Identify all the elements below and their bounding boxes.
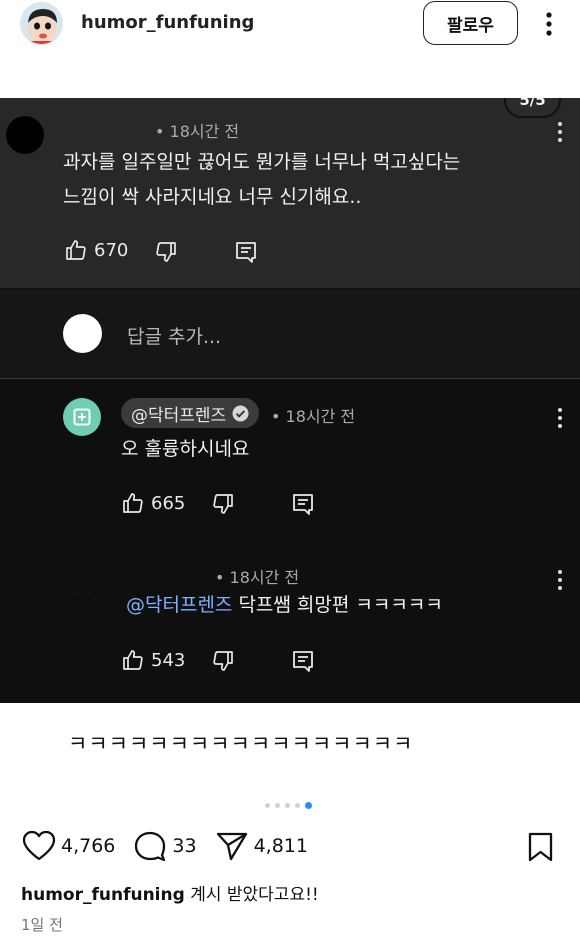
profile-avatar[interactable] [20,2,63,45]
like-count: 4,766 [61,835,116,857]
more-options-icon[interactable] [538,10,560,38]
post-caption: humor_funfuning 계시 받았다고요!! [21,880,319,905]
comment-more-icon [558,122,562,142]
engagement-bar: 4,766 33 4,811 [22,830,326,862]
reply1-more-icon [558,408,562,428]
post-image[interactable]: • 18시간 전 과자를 일주일만 끊어도 뭔가를 너무나 먹고싶다는 느낌이 … [0,98,580,703]
medical-plus-icon [73,408,91,426]
partial-avatar-icon [68,590,94,594]
thumbs-down-icon [213,494,233,514]
carousel-dot [285,803,290,808]
reply-icon [236,242,256,263]
share-action[interactable]: 4,811 [215,830,308,862]
reply2-avatar [62,568,100,598]
thumbs-up-icon [123,650,143,670]
reply2-like: 543 [121,648,185,672]
carousel-dot [265,803,270,808]
comment-action[interactable]: 33 [133,830,197,862]
add-reply-placeholder: 답글 추가... [127,326,222,348]
commenter-avatar [6,116,44,154]
reply2-time: • 18시간 전 [215,568,300,587]
thumbs-up-icon [123,493,143,513]
comment-bubble-icon[interactable] [133,830,167,862]
thumbs-down-icon [156,242,176,262]
share-count: 4,811 [253,835,308,857]
carousel-dot [295,803,300,808]
caption-text: 계시 받았다고요!! [184,885,319,905]
carousel-indicator [265,802,312,809]
author-chip: @닥터프렌즈 [121,398,260,428]
heart-icon[interactable] [22,830,56,862]
reply1-like: 665 [121,491,185,515]
follow-button[interactable]: 팔로우 [423,1,518,45]
comment-time: • 18시간 전 [155,122,240,141]
reply-icon [293,494,313,515]
post-time: 1일 전 [21,916,63,934]
slide-caption: ㅋㅋㅋㅋㅋㅋㅋㅋㅋㅋㅋㅋㅋㅋㅋㅋㅋ [68,732,414,756]
header-username[interactable]: humor_funfuning [81,12,254,33]
doctor-friends-avatar [63,398,101,436]
comment-like: 670 [64,238,128,262]
comment-card: • 18시간 전 과자를 일주일만 끊어도 뭔가를 너무나 먹고싶다는 느낌이 … [0,98,580,288]
reply2-mention: @닥터프렌즈 [126,594,233,616]
my-avatar [63,314,102,353]
add-reply-bar: 답글 추가... [0,289,580,379]
carousel-dot [275,803,280,808]
reply-icon [293,651,313,672]
bookmark-icon[interactable] [527,832,554,862]
comment-text-line2: 느낌이 싹 사라지네요 너무 신기해요.. [63,186,362,208]
comment-like-count: 670 [94,239,129,261]
reply2-like-count: 543 [151,649,186,671]
reply1-time: • 18시간 전 [271,407,356,426]
thumbs-down-icon [213,651,233,671]
reply1-like-count: 665 [151,492,186,514]
thumbs-up-icon [66,240,86,260]
reply2-more-icon [558,570,562,590]
reply1-text: 오 훌륭하시네요 [121,438,250,460]
reply2-text: 닥프쌤 희망편 ㅋㅋㅋㅋㅋ [232,594,443,616]
verified-check-icon [232,405,249,421]
send-icon[interactable] [215,830,249,862]
slide-counter: 5/5 [504,98,561,118]
cartoon-avatar-icon [21,3,62,44]
caption-username[interactable]: humor_funfuning [21,885,185,905]
reply2-text-line: @닥터프렌즈 닥프쌤 희망편 ㅋㅋㅋㅋㅋ [126,589,443,622]
like-action[interactable]: 4,766 [22,830,115,862]
comment-count: 33 [172,835,197,857]
carousel-dot-active [305,802,312,809]
post-header: humor_funfuning 팔로우 [0,0,580,48]
comment-text-line1: 과자를 일주일만 끊어도 뭔가를 너무나 먹고싶다는 [63,151,461,173]
reply-author-name: @닥터프렌즈 [131,405,227,426]
